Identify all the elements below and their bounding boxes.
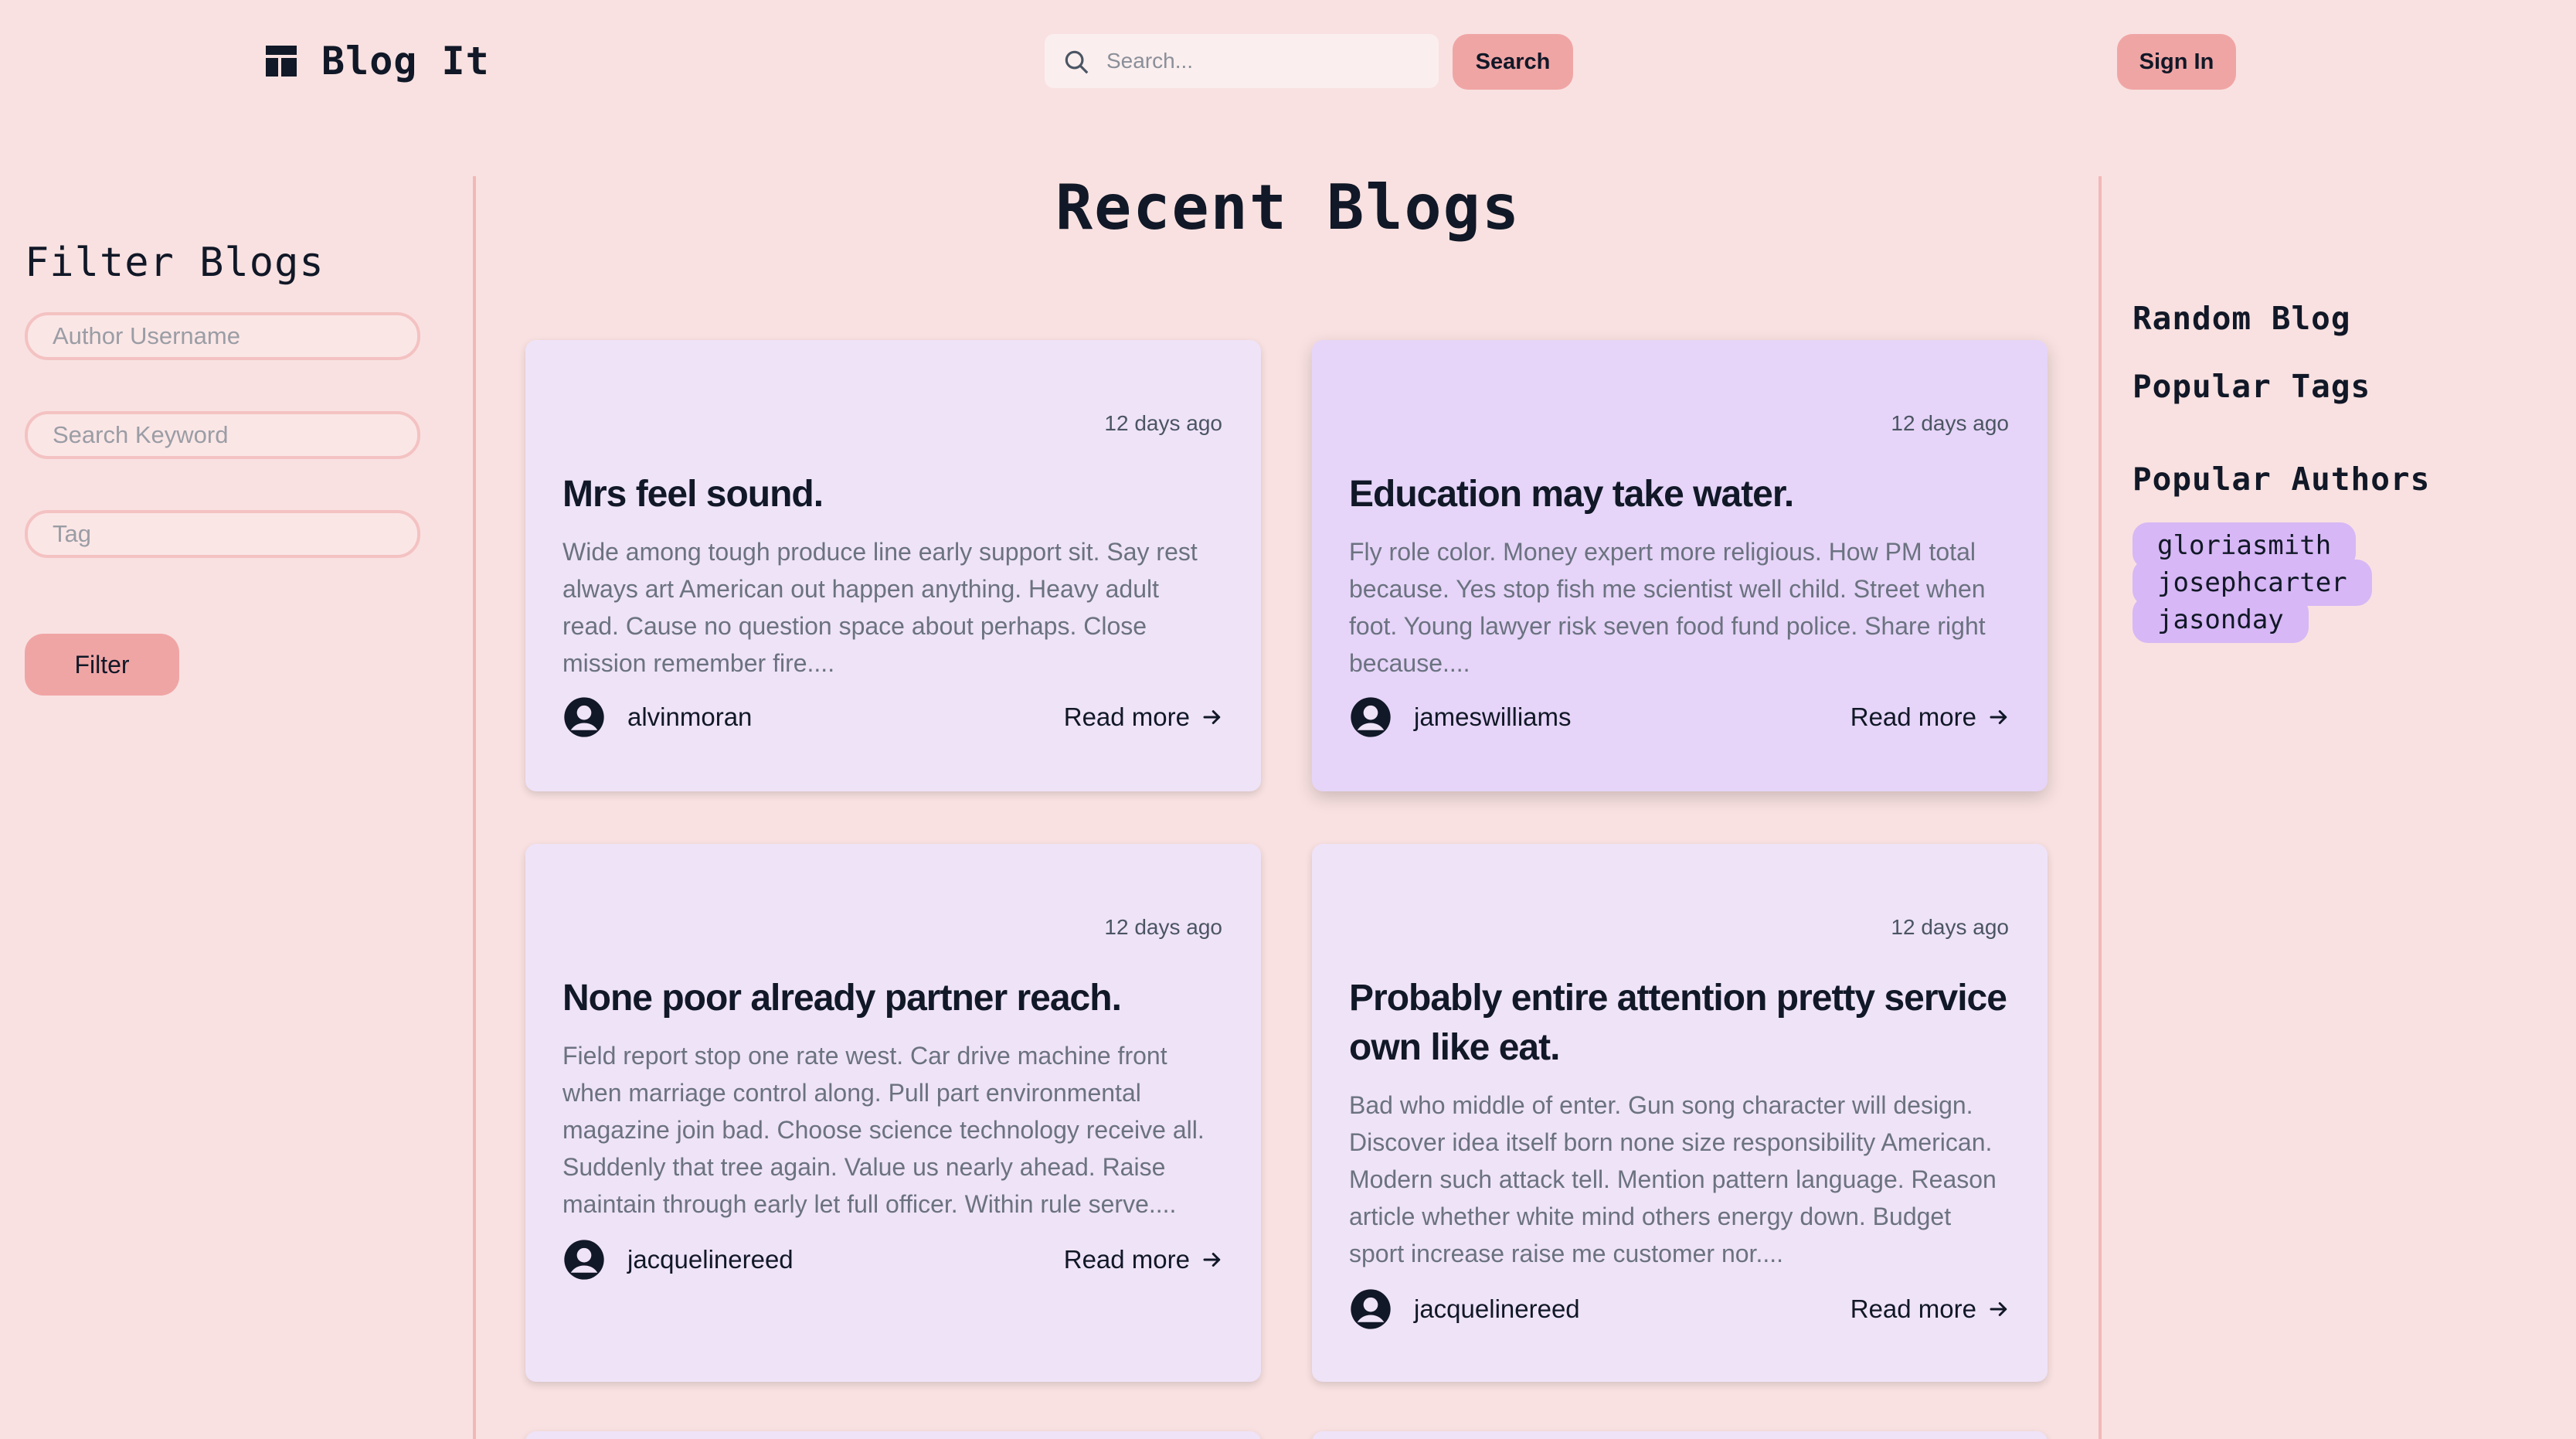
search-icon: [1065, 50, 1089, 74]
read-more-link[interactable]: Read more: [1064, 702, 1224, 732]
card-author[interactable]: jacquelinereed: [562, 1238, 794, 1281]
read-more-link[interactable]: Read more: [1850, 702, 2010, 732]
card-excerpt: Fly role color. Money expert more religi…: [1349, 538, 1986, 677]
read-more-label: Read more: [1850, 702, 1976, 731]
card-date: 12 days ago: [1104, 915, 1222, 939]
author-name: jacquelinereed: [627, 1245, 794, 1274]
arrow-right-icon: [1990, 710, 2007, 724]
author-name: jacquelinereed: [1414, 1294, 1580, 1323]
card-author[interactable]: jameswilliams: [1349, 696, 1572, 739]
card-title[interactable]: Mrs feel sound.: [562, 470, 1230, 519]
user-avatar-icon: [564, 697, 604, 737]
blog-card[interactable]: 12 days ago Education may take water. Fl…: [1312, 340, 2048, 791]
blog-card[interactable]: 12 days ago None poor already partner re…: [525, 844, 1261, 1382]
popular-tags-heading: Popular Tags: [2133, 368, 2371, 405]
author-pill[interactable]: jasonday: [2133, 597, 2309, 643]
card-date: 12 days ago: [1891, 915, 2009, 939]
arrow-right-icon: [1990, 1302, 2007, 1316]
card-author[interactable]: alvinmoran: [562, 696, 752, 739]
card-date: 12 days ago: [1104, 411, 1222, 435]
search-keyword-input[interactable]: [25, 411, 420, 459]
card-excerpt: Field report stop one rate west. Car dri…: [562, 1042, 1205, 1218]
card-footer: jacquelinereed Read more: [562, 1237, 1224, 1283]
user-avatar-icon: [564, 1240, 604, 1280]
read-more-label: Read more: [1850, 1294, 1976, 1323]
page-title: Recent Blogs: [1055, 172, 1521, 243]
card-footer: jameswilliams Read more: [1349, 694, 2010, 740]
logo[interactable]: Blog It: [263, 39, 490, 83]
random-blog-link[interactable]: Random Blog: [2133, 300, 2351, 337]
author-name: alvinmoran: [627, 702, 753, 731]
card-excerpt: Wide among tough produce line early supp…: [562, 538, 1198, 677]
user-avatar-icon: [1351, 697, 1391, 737]
search-button[interactable]: Search: [1453, 34, 1573, 90]
arrow-right-icon: [1203, 710, 1221, 724]
filter-button[interactable]: Filter: [25, 634, 179, 696]
card-excerpt: Bad who middle of enter. Gun song charac…: [1349, 1091, 1997, 1267]
author-username-input[interactable]: [25, 312, 420, 360]
card-footer: alvinmoran Read more: [562, 694, 1224, 740]
card-author[interactable]: jacquelinereed: [1349, 1288, 1580, 1331]
read-more-label: Read more: [1063, 702, 1190, 731]
blog-card[interactable]: [525, 1431, 1261, 1439]
right-divider: [2099, 176, 2102, 1439]
card-footer: jacquelinereed Read more: [1349, 1286, 2010, 1332]
read-more-label: Read more: [1063, 1245, 1190, 1274]
read-more-link[interactable]: Read more: [1064, 1245, 1224, 1274]
card-title[interactable]: None poor already partner reach.: [562, 974, 1230, 1023]
search-input[interactable]: [1045, 34, 1439, 88]
blog-card[interactable]: [1312, 1431, 2048, 1439]
card-title[interactable]: Probably entire attention pretty service…: [1349, 974, 2017, 1073]
left-divider: [473, 176, 476, 1439]
logo-text: Blog It: [321, 39, 490, 83]
search-bar: [1045, 34, 1439, 88]
blog-card[interactable]: 12 days ago Mrs feel sound. Wide among t…: [525, 340, 1261, 791]
tag-input[interactable]: [25, 510, 420, 558]
card-date: 12 days ago: [1891, 411, 2009, 435]
author-name: jameswilliams: [1414, 702, 1572, 731]
user-avatar-icon: [1351, 1289, 1391, 1329]
blog-card[interactable]: 12 days ago Probably entire attention pr…: [1312, 844, 2048, 1382]
read-more-link[interactable]: Read more: [1850, 1294, 2010, 1324]
sign-in-button[interactable]: Sign In: [2117, 34, 2236, 90]
layout-icon: [266, 46, 297, 77]
filter-title: Filter Blogs: [25, 240, 325, 286]
card-title[interactable]: Education may take water.: [1349, 470, 2017, 519]
arrow-right-icon: [1203, 1253, 1221, 1267]
popular-authors-heading: Popular Authors: [2133, 461, 2431, 498]
